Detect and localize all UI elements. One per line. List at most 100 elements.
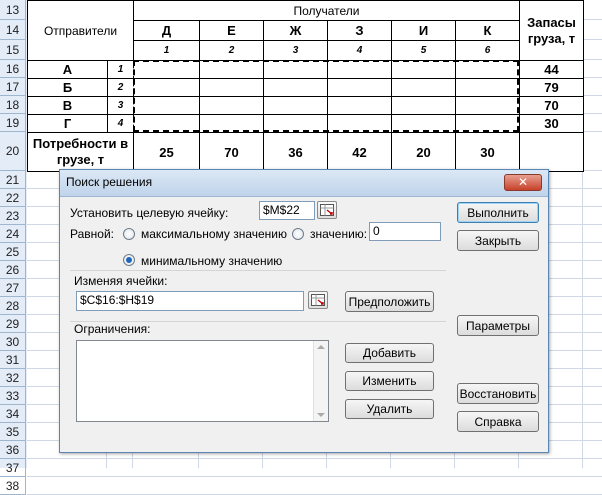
row-header[interactable]: 30 (0, 333, 26, 351)
row-header[interactable]: 13 (0, 0, 26, 20)
receiver-name[interactable]: К (455, 20, 520, 41)
run-button[interactable]: Выполнить (457, 202, 539, 223)
radio-max[interactable] (123, 228, 135, 240)
row-header[interactable]: 36 (0, 441, 26, 459)
plan-cell[interactable] (327, 114, 392, 133)
row-header[interactable]: 21 (0, 171, 26, 189)
constraints-list[interactable] (76, 340, 329, 422)
sender-number[interactable]: 4 (107, 114, 134, 133)
plan-cell[interactable] (133, 60, 200, 79)
row-header[interactable]: 35 (0, 423, 26, 441)
receiver-number[interactable]: 6 (455, 40, 520, 61)
receiver-name[interactable]: Е (199, 20, 264, 41)
delete-button[interactable]: Удалить (345, 399, 434, 419)
row-header[interactable]: 38 (0, 477, 26, 495)
senders-header[interactable]: Отправители (27, 0, 134, 61)
restore-button[interactable]: Восстановить (457, 383, 539, 404)
plan-cell[interactable] (455, 114, 520, 133)
row-header[interactable]: 18 (0, 96, 26, 114)
demand-value[interactable]: 42 (327, 132, 392, 172)
row-header[interactable]: 31 (0, 351, 26, 369)
row-header[interactable]: 29 (0, 315, 26, 333)
plan-cell[interactable] (133, 96, 200, 115)
row-header[interactable]: 15 (0, 40, 26, 60)
plan-cell[interactable] (133, 78, 200, 97)
plan-cell[interactable] (263, 60, 328, 79)
stock-header[interactable]: Запасы груза, т (519, 0, 584, 61)
receiver-number[interactable]: 3 (263, 40, 328, 61)
plan-cell[interactable] (133, 114, 200, 133)
plan-cell[interactable] (391, 114, 456, 133)
demand-value[interactable]: 25 (133, 132, 200, 172)
plan-cell[interactable] (199, 96, 264, 115)
sender-name[interactable]: А (27, 60, 108, 79)
row-header[interactable]: 17 (0, 78, 26, 96)
demand-value[interactable]: 30 (455, 132, 520, 172)
close-icon[interactable]: ✕ (504, 174, 542, 191)
sender-name[interactable]: В (27, 96, 108, 115)
row-header[interactable]: 19 (0, 114, 26, 132)
receiver-number[interactable]: 5 (391, 40, 456, 61)
plan-cell[interactable] (263, 96, 328, 115)
plan-cell[interactable] (327, 78, 392, 97)
plan-cell[interactable] (391, 78, 456, 97)
row-header[interactable]: 33 (0, 387, 26, 405)
sender-name[interactable]: Г (27, 114, 108, 133)
demand-value[interactable]: 70 (199, 132, 264, 172)
plan-cell[interactable] (199, 78, 264, 97)
row-header[interactable]: 23 (0, 207, 26, 225)
demand-value[interactable]: 36 (263, 132, 328, 172)
arrow-down-icon[interactable] (317, 413, 325, 417)
close-button[interactable]: Закрыть (457, 230, 539, 251)
receiver-name[interactable]: З (327, 20, 392, 41)
arrow-up-icon[interactable] (317, 345, 325, 349)
guess-button[interactable]: Предположить (345, 291, 434, 312)
range-select-icon[interactable] (317, 201, 337, 219)
row-header[interactable]: 14 (0, 20, 26, 40)
range-select-icon[interactable] (308, 291, 328, 309)
value-input[interactable]: 0 (369, 222, 441, 241)
receivers-header[interactable]: Получатели (133, 0, 520, 21)
row-header[interactable]: 27 (0, 279, 26, 297)
row-header[interactable]: 20 (0, 132, 26, 171)
row-header[interactable]: 16 (0, 60, 26, 78)
receiver-number[interactable]: 2 (199, 40, 264, 61)
help-button[interactable]: Справка (457, 411, 539, 432)
plan-cell[interactable] (391, 60, 456, 79)
plan-cell[interactable] (455, 96, 520, 115)
plan-cell[interactable] (455, 78, 520, 97)
plan-cell[interactable] (455, 60, 520, 79)
sender-number[interactable]: 3 (107, 96, 134, 115)
sender-stock[interactable]: 30 (519, 114, 584, 133)
receiver-number[interactable]: 4 (327, 40, 392, 61)
target-cell-input[interactable]: $M$22 (259, 201, 315, 220)
row-header[interactable]: 26 (0, 261, 26, 279)
sender-stock[interactable]: 70 (519, 96, 584, 115)
demand-value[interactable]: 20 (391, 132, 456, 172)
changing-cells-input[interactable]: $C$16:$H$19 (76, 291, 304, 311)
radio-value[interactable] (292, 228, 304, 240)
plan-cell[interactable] (199, 114, 264, 133)
sender-stock[interactable]: 44 (519, 60, 584, 79)
row-header[interactable]: 28 (0, 297, 26, 315)
plan-cell[interactable] (263, 78, 328, 97)
receiver-name[interactable]: Д (133, 20, 200, 41)
plan-cell[interactable] (263, 114, 328, 133)
add-button[interactable]: Добавить (345, 343, 434, 363)
plan-cell[interactable] (327, 60, 392, 79)
receiver-name[interactable]: И (391, 20, 456, 41)
row-header[interactable]: 34 (0, 405, 26, 423)
constraints-scrollbar[interactable] (313, 341, 328, 421)
sender-number[interactable]: 1 (107, 60, 134, 79)
plan-cell[interactable] (391, 96, 456, 115)
radio-min[interactable] (123, 254, 135, 266)
sender-stock[interactable]: 79 (519, 78, 584, 97)
demand-label[interactable]: Потребности в грузе, т (27, 132, 134, 172)
row-header[interactable]: 37 (0, 459, 26, 477)
receiver-name[interactable]: Ж (263, 20, 328, 41)
row-header[interactable]: 25 (0, 243, 26, 261)
row-header[interactable]: 32 (0, 369, 26, 387)
plan-cell[interactable] (327, 96, 392, 115)
row-header[interactable]: 24 (0, 225, 26, 243)
row-header[interactable]: 22 (0, 189, 26, 207)
